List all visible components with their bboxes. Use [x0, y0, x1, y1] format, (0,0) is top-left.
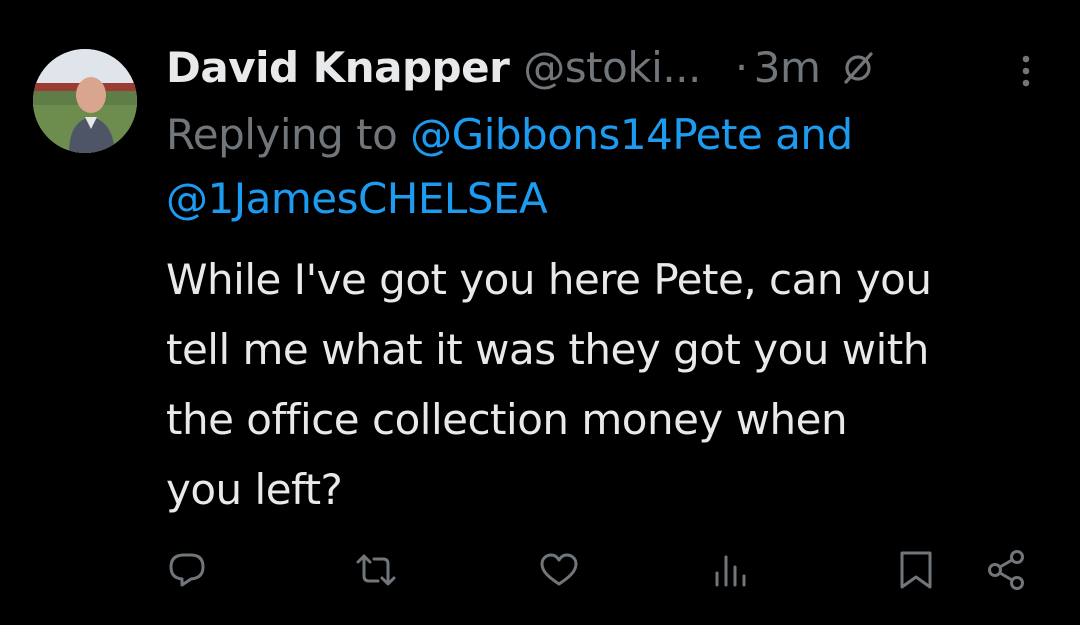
- replying-to: Replying to @Gibbons14Pete and @1JamesCH…: [166, 103, 1056, 231]
- globe-icon: [838, 47, 878, 87]
- mention-link[interactable]: @Gibbons14Pete: [410, 110, 763, 159]
- author-handle[interactable]: @stoki...: [523, 43, 701, 92]
- tweet-header: David Knapper @stoki... · 3m: [166, 38, 878, 96]
- mention-link[interactable]: @1JamesCHELSEA: [166, 174, 548, 223]
- reply-button[interactable]: [164, 547, 210, 593]
- timestamp[interactable]: 3m: [754, 43, 821, 92]
- tweet-text-line: you left?: [166, 465, 343, 514]
- views-button[interactable]: [709, 547, 755, 593]
- replying-conjunction[interactable]: and: [775, 110, 853, 159]
- bookmark-button[interactable]: [893, 547, 939, 593]
- tweet-text-line: the office collection money when: [166, 395, 848, 444]
- retweet-button[interactable]: [353, 547, 399, 593]
- author-display-name[interactable]: David Knapper: [166, 43, 510, 92]
- tweet-text-line: tell me what it was they got you with: [166, 325, 929, 374]
- separator-dot: ·: [734, 42, 748, 92]
- tweet-text-line: While I've got you here Pete, can you: [166, 255, 932, 304]
- tweet-text: While I've got you here Pete, can you te…: [166, 245, 1066, 525]
- more-options-icon[interactable]: [1016, 51, 1036, 91]
- share-button[interactable]: [984, 547, 1030, 593]
- avatar[interactable]: [33, 49, 137, 153]
- tweet[interactable]: David Knapper @stoki... · 3m Replying to…: [0, 0, 1080, 625]
- like-button[interactable]: [536, 547, 582, 593]
- replying-label: Replying to: [166, 110, 398, 159]
